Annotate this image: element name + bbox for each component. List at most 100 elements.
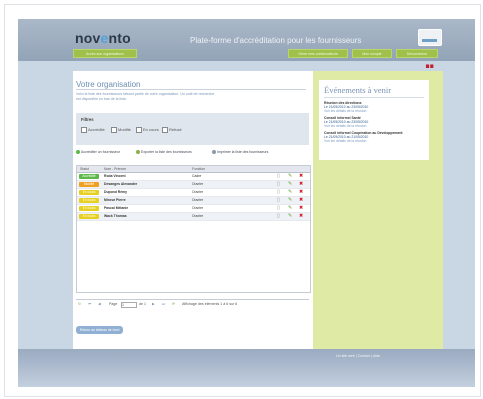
column-status[interactable]: Statut — [80, 167, 89, 171]
row-actions: ▯ ✎ ✖ — [263, 205, 308, 212]
events-title: Événements à venir — [324, 85, 392, 95]
content-area: Votre organisation Voici la liste des fo… — [73, 71, 443, 349]
table-row[interactable]: En cours Wack Thomas Ouvrier ▯ ✎ ✖ — [77, 213, 310, 221]
row-name: Roda Vincent — [104, 174, 126, 178]
view-icon[interactable]: ▯ — [277, 189, 280, 196]
page-total: de 1 — [139, 302, 146, 306]
events-divider — [324, 97, 424, 98]
edit-icon[interactable]: ✎ — [288, 173, 292, 180]
nav-organisations-button[interactable]: Accès aux organisations — [73, 49, 137, 58]
events-sidebar: Événements à venir Réunion des direction… — [313, 71, 443, 349]
edit-icon[interactable]: ✎ — [288, 197, 292, 204]
language-flags[interactable]: ▆ ▆ — [426, 63, 433, 68]
row-role: Ouvrier — [192, 182, 204, 186]
edit-icon[interactable]: ✎ — [288, 189, 292, 196]
reload-icon[interactable]: ⟳ — [172, 302, 175, 306]
first-page-icon[interactable]: ⏮ — [88, 302, 91, 306]
view-icon[interactable]: ▯ — [277, 197, 280, 204]
row-actions: ▯ ✎ ✖ — [263, 181, 308, 188]
row-role: Ouvrier — [192, 214, 204, 218]
page-label: Page — [109, 302, 118, 306]
main-nav: Accès aux organisations Gérer mes collab… — [73, 49, 443, 58]
delete-icon[interactable]: ✖ — [299, 189, 303, 196]
event-item[interactable]: Conseil informel Santé Le 21/05/2010 au … — [324, 116, 424, 128]
list-actions: Accréditer un fournisseur Exporter la li… — [76, 149, 309, 159]
table-row[interactable]: En cours Mineur Pierre Ouvrier ▯ ✎ ✖ — [77, 197, 310, 205]
delete-icon[interactable]: ✖ — [299, 197, 303, 204]
row-actions: ▯ ✎ ✖ — [263, 189, 308, 196]
pager-summary: Affichage des éléments 1 à 6 sur 6 — [182, 302, 238, 306]
filter-modified-checkbox[interactable]: Modifié — [111, 127, 131, 133]
status-badge: Modifié — [79, 182, 99, 187]
table-row[interactable]: En cours Dupond Rémy Ouvrier ▯ ✎ ✖ — [77, 189, 310, 197]
screenshot-frame: novento Plate-forme d'accréditation pour… — [4, 4, 481, 397]
row-actions: ▯ ✎ ✖ — [263, 173, 308, 180]
prev-page-icon[interactable]: ◀ — [98, 302, 101, 306]
column-role[interactable]: Fonction — [192, 167, 205, 171]
edit-icon[interactable]: ✎ — [288, 181, 292, 188]
row-name: Mineur Pierre — [104, 198, 126, 202]
edit-icon[interactable]: ✎ — [288, 213, 292, 220]
suppliers-table: Statut Nom - Prénom Fonction Accrédité R… — [76, 165, 311, 293]
delete-icon[interactable]: ✖ — [299, 205, 303, 212]
filter-refused-checkbox[interactable]: Refusé — [162, 127, 182, 133]
table-row[interactable]: Accrédité Roda Vincent Cadre ▯ ✎ ✖ — [77, 173, 310, 181]
filters-title: Filtres — [81, 117, 94, 122]
status-badge: En cours — [79, 198, 99, 203]
page-title: Votre organisation — [76, 80, 141, 89]
row-role: Ouvrier — [192, 206, 204, 210]
view-icon[interactable]: ▯ — [277, 213, 280, 220]
table-row[interactable]: Modifié Desanges Alexandre Ouvrier ▯ ✎ ✖ — [77, 181, 310, 189]
intro-text: Voici la liste des fournisseurs faisant … — [76, 92, 215, 101]
edit-icon[interactable]: ✎ — [288, 205, 292, 212]
row-name: Desanges Alexandre — [104, 182, 138, 186]
organisation-panel: Votre organisation Voici la liste des fo… — [73, 71, 313, 349]
event-item[interactable]: Réunion des directions Le 21/05/2010 au … — [324, 101, 424, 113]
next-page-icon[interactable]: ▶ — [152, 302, 155, 306]
nav-account-button[interactable]: Mon compte — [352, 49, 392, 58]
delete-icon[interactable]: ✖ — [299, 181, 303, 188]
export-list-link[interactable]: Exporter la liste des fournisseurs — [136, 150, 192, 155]
print-icon — [212, 150, 216, 155]
view-icon[interactable]: ▯ — [277, 181, 280, 188]
row-role: Ouvrier — [192, 198, 204, 202]
nav-collaborators-button[interactable]: Gérer mes collaborateurs — [288, 49, 348, 58]
table-row[interactable]: En cours Pascal Mélanie Ouvrier ▯ ✎ ✖ — [77, 205, 310, 213]
status-badge: En cours — [79, 190, 99, 195]
last-page-icon[interactable]: ⏭ — [162, 302, 165, 306]
view-icon[interactable]: ▯ — [277, 173, 280, 180]
page: novento Plate-forme d'accréditation pour… — [18, 19, 475, 387]
user-card-icon[interactable] — [418, 29, 442, 46]
page-input[interactable]: 1 — [121, 302, 137, 308]
events-box: Événements à venir Réunion des direction… — [319, 80, 429, 160]
row-name: Dupond Rémy — [104, 190, 127, 194]
platform-title: Plate-forme d'accréditation pour les fou… — [190, 36, 362, 45]
table-header: Statut Nom - Prénom Fonction — [77, 166, 310, 173]
filter-accredited-checkbox[interactable]: Accrédité — [81, 127, 105, 133]
footer-links[interactable]: Un site web | Contact | Aide — [336, 354, 380, 358]
row-actions: ▯ ✎ ✖ — [263, 197, 308, 204]
print-list-link[interactable]: Imprimer la liste des fournisseurs — [212, 150, 268, 155]
header: novento Plate-forme d'accréditation pour… — [18, 19, 475, 61]
status-badge: En cours — [79, 206, 99, 211]
refresh-icon[interactable]: ↻ — [78, 302, 81, 306]
add-icon — [76, 150, 80, 155]
status-badge: Accrédité — [79, 174, 99, 179]
event-item[interactable]: Conseil informel Coopération au Développ… — [324, 131, 424, 143]
row-actions: ▯ ✎ ✖ — [263, 213, 308, 220]
row-role: Cadre — [192, 174, 202, 178]
delete-icon[interactable]: ✖ — [299, 173, 303, 180]
footer: Un site web | Contact | Aide — [18, 349, 475, 387]
export-icon — [136, 150, 140, 155]
accredit-supplier-link[interactable]: Accréditer un fournisseur — [76, 150, 120, 155]
filter-in-progress-checkbox[interactable]: En cours — [136, 127, 159, 133]
nav-logout-button[interactable]: Déconnexion — [396, 49, 438, 58]
back-to-dashboard-button[interactable]: Retour au tableau de bord — [76, 326, 124, 334]
novento-logo[interactable]: novento — [75, 30, 131, 46]
pagination: ↻ ⏮ ◀ Page 1 de 1 ▶ ⏭ ⟳ Affichage des él… — [76, 299, 309, 309]
column-name[interactable]: Nom - Prénom — [104, 167, 126, 171]
row-name: Pascal Mélanie — [104, 206, 129, 210]
view-icon[interactable]: ▯ — [277, 205, 280, 212]
filters-box: Filtres Accrédité Modifié En cours Refus… — [76, 113, 309, 145]
delete-icon[interactable]: ✖ — [299, 213, 303, 220]
